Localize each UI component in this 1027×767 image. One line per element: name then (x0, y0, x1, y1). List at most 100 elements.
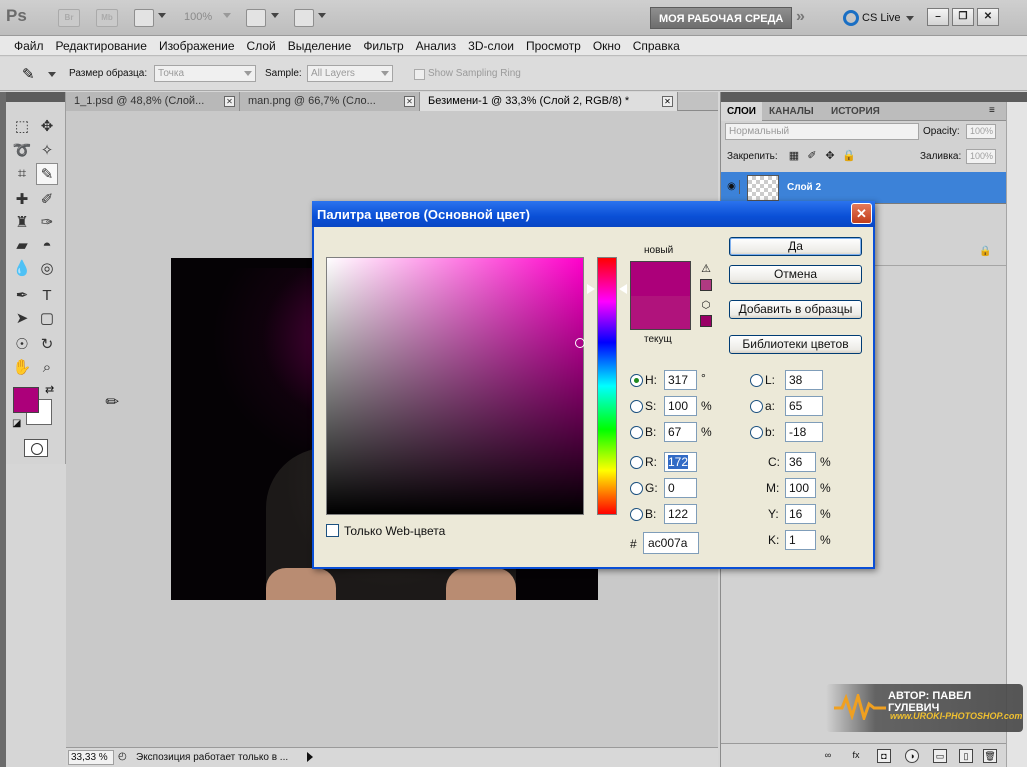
hex-field[interactable]: ac007a (643, 532, 699, 554)
more-workspaces-icon[interactable]: » (796, 8, 805, 26)
new-layer-icon[interactable]: ▯ (959, 749, 973, 763)
swap-colors-icon[interactable]: ⇄ (45, 383, 54, 396)
saturation-brightness-field[interactable] (326, 257, 584, 515)
tab-channels[interactable]: КАНАЛЫ (763, 102, 820, 121)
document-tab[interactable]: 1_1.psd @ 48,8% (Слой... ✕ (66, 92, 240, 111)
menu-file[interactable]: Файл (8, 36, 50, 55)
gamut-color-swatch[interactable] (700, 279, 712, 291)
chevron-down-icon[interactable] (318, 13, 326, 18)
menu-help[interactable]: Справка (627, 36, 686, 55)
eyedropper-tool-preset-icon[interactable]: ✎ (22, 65, 35, 83)
3d-rotate-tool-icon[interactable]: ☉ (11, 334, 33, 356)
hue-slider-handle-left[interactable] (586, 283, 595, 295)
menu-window[interactable]: Окно (587, 36, 627, 55)
menu-filter[interactable]: Фильтр (357, 36, 409, 55)
tab-layers[interactable]: СЛОИ (721, 102, 762, 121)
web-safe-cube-icon[interactable]: ⬡ (700, 300, 712, 312)
color-libraries-button[interactable]: Библиотеки цветов (729, 335, 862, 354)
trash-icon[interactable]: 🗑 (983, 749, 997, 763)
document-tab-active[interactable]: Безимени-1 @ 33,3% (Слой 2, RGB/8) * ✕ (420, 92, 678, 111)
red-field[interactable]: 172 (664, 452, 697, 472)
web-safe-color-swatch[interactable] (700, 315, 712, 327)
brush-tool-icon[interactable]: ✐ (36, 189, 58, 211)
eye-icon[interactable]: ◉ (724, 180, 740, 194)
close-window-button[interactable]: ✕ (977, 8, 999, 26)
chevron-down-icon[interactable] (48, 72, 56, 77)
b-channel-field[interactable]: -18 (785, 422, 823, 442)
current-color-swatch[interactable] (630, 296, 691, 330)
tab-history[interactable]: ИСТОРИЯ (825, 102, 886, 121)
lock-pixels-icon[interactable]: ✐ (806, 150, 818, 162)
out-of-gamut-warning-icon[interactable]: ⚠ (700, 263, 712, 275)
green-field[interactable]: 0 (664, 478, 697, 498)
b-channel-radio[interactable] (750, 426, 763, 439)
hand-tool-icon[interactable]: ✋ (11, 357, 33, 379)
document-tab[interactable]: man.png @ 66,7% (Сло... ✕ (240, 92, 420, 111)
a-channel-field[interactable]: 65 (785, 396, 823, 416)
brightness-field[interactable]: 67 (664, 422, 697, 442)
lock-position-icon[interactable]: ✥ (824, 150, 836, 162)
lasso-tool-icon[interactable]: ➰ (11, 140, 33, 162)
layers-scrollbar[interactable] (1006, 102, 1027, 767)
workspace-button[interactable]: МОЯ РАБОЧАЯ СРЕДА (650, 7, 793, 29)
opacity-field[interactable]: 100% (966, 124, 996, 139)
blur-tool-icon[interactable]: 💧 (11, 258, 33, 280)
sample-select[interactable]: All Layers (307, 65, 393, 82)
menu-3d[interactable]: 3D-слои (462, 36, 520, 55)
add-mask-icon[interactable]: ◘ (877, 749, 891, 763)
blue-field[interactable]: 122 (664, 504, 697, 524)
sample-size-select[interactable]: Точка (154, 65, 256, 82)
magenta-field[interactable]: 100 (785, 478, 816, 498)
maximize-button[interactable]: ❐ (952, 8, 974, 26)
quick-mask-button[interactable] (24, 439, 48, 457)
history-brush-tool-icon[interactable]: ✑ (36, 212, 58, 234)
default-colors-icon[interactable]: ◪ (12, 418, 21, 429)
menu-image[interactable]: Изображение (153, 36, 241, 55)
screen-mode-icon[interactable] (294, 9, 314, 27)
chevron-down-icon[interactable] (223, 13, 231, 18)
eyedropper-tool-icon[interactable]: ✎ (36, 163, 58, 185)
healing-brush-tool-icon[interactable]: ✚ (11, 189, 33, 211)
a-channel-radio[interactable] (750, 400, 763, 413)
hue-slider[interactable] (597, 257, 617, 515)
saturation-field[interactable]: 100 (664, 396, 697, 416)
dialog-close-button[interactable]: ✕ (851, 203, 872, 224)
close-icon[interactable]: ✕ (662, 96, 673, 107)
type-tool-icon[interactable]: T (36, 285, 58, 307)
status-menu-arrow-icon[interactable] (307, 752, 313, 762)
blend-mode-select[interactable]: Нормальный (725, 123, 919, 140)
yellow-field[interactable]: 16 (785, 504, 816, 524)
brightness-radio[interactable] (630, 426, 643, 439)
status-zoom-field[interactable]: 33,33 % (68, 750, 114, 765)
layer-style-icon[interactable]: fx (849, 749, 863, 763)
view-extras-icon[interactable] (134, 9, 154, 27)
add-to-swatches-button[interactable]: Добавить в образцы (729, 300, 862, 319)
layer-row-selected[interactable]: ◉ Слой 2 (721, 172, 1006, 204)
path-selection-tool-icon[interactable]: ➤ (11, 308, 33, 330)
zoom-tool-icon[interactable]: ⌕ (36, 357, 58, 379)
color-field-marker[interactable] (575, 338, 585, 348)
green-radio[interactable] (630, 482, 643, 495)
lightness-field[interactable]: 38 (785, 370, 823, 390)
panel-dock-header[interactable] (721, 92, 1027, 102)
new-group-icon[interactable]: ▭ (933, 749, 947, 763)
menu-view[interactable]: Просмотр (520, 36, 587, 55)
hue-slider-handle-right[interactable] (619, 284, 627, 294)
foreground-color-swatch[interactable] (13, 387, 39, 413)
red-radio[interactable] (630, 456, 643, 469)
paint-bucket-tool-icon[interactable]: ◓ (36, 235, 58, 257)
minimize-button[interactable]: – (927, 8, 949, 26)
close-icon[interactable]: ✕ (224, 96, 235, 107)
crop-tool-icon[interactable]: ⌗ (11, 163, 33, 185)
adjustment-layer-icon[interactable]: ◑ (905, 749, 919, 763)
cs-live-button[interactable]: CS Live (843, 8, 914, 28)
marquee-tool-icon[interactable]: ⬚ (11, 116, 33, 138)
3d-orbit-tool-icon[interactable]: ↻ (36, 334, 58, 356)
lightness-radio[interactable] (750, 374, 763, 387)
zoom-level[interactable]: 100% (184, 11, 212, 23)
menu-select[interactable]: Выделение (282, 36, 358, 55)
dialog-title-bar[interactable]: Палитра цветов (Основной цвет) ✕ (312, 201, 875, 227)
cyan-field[interactable]: 36 (785, 452, 816, 472)
move-tool-icon[interactable]: ✥ (36, 116, 58, 138)
toolbox-header[interactable] (6, 92, 65, 102)
